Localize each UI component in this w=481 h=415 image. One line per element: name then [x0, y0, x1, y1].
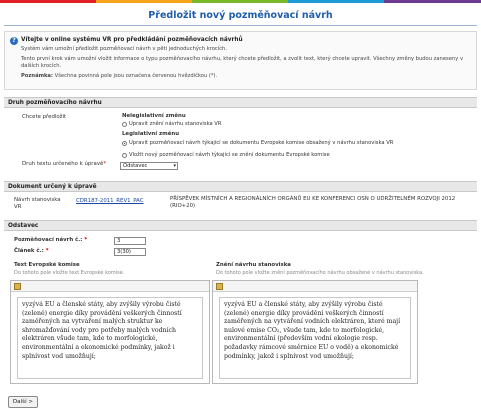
- document-label: Návrh stanoviska VR: [14, 197, 61, 210]
- leg-option1-radio[interactable]: Upravit pozměňovací návrh týkající se do…: [122, 140, 393, 146]
- leg-option1-label: Upravit pozměňovací návrh týkající se do…: [129, 140, 394, 146]
- paste-icon[interactable]: [14, 283, 21, 290]
- cor-text-area[interactable]: vyzývá EU a členské státy, aby zvýšily v…: [219, 297, 411, 379]
- editor-toolbar: [11, 281, 209, 292]
- article-input[interactable]: 3(30): [114, 248, 146, 256]
- welcome-note: Poznámka: Všechna povinná pole jsou ozna…: [21, 73, 476, 80]
- ec-text-editor[interactable]: vyzývá EU a členské státy, aby zvýšily v…: [10, 280, 210, 384]
- help-icon: ?: [10, 37, 18, 45]
- ec-text-hint: Do tohoto pole vložte text Evropské komi…: [14, 270, 125, 276]
- nonleg-option-radio[interactable]: Upravit znění návrhu stanoviska VR: [122, 121, 221, 127]
- radio-icon[interactable]: [122, 121, 127, 127]
- cor-text-hint: Do tohoto pole vložte znění pozměňovacíh…: [216, 270, 424, 276]
- leg-option2-label: Vložit nový pozměňovací návrh týkající s…: [129, 152, 330, 158]
- amendment-no-label: Pozměňovací návrh č.: *: [14, 237, 88, 243]
- welcome-title: Vítejte v online systému VR pro předklád…: [21, 37, 243, 43]
- amendment-no-input[interactable]: 3: [114, 237, 146, 245]
- next-button[interactable]: Další >: [8, 396, 38, 408]
- document-title: PŘÍSPĚVEK MÍSTNÍCH A REGIONÁLNÍCH ORGÁNŮ…: [170, 196, 456, 209]
- text-type-label: Druh textu určeného k úpravě*: [22, 161, 107, 167]
- article-label: Článek č.: *: [14, 248, 49, 254]
- section-paragraph: Odstavec: [4, 220, 477, 231]
- document-code-link[interactable]: CDR187-2011_REV1_PAC: [76, 198, 144, 204]
- text-type-value: Odstavec: [123, 163, 148, 169]
- radio-icon[interactable]: [122, 152, 127, 158]
- paste-icon[interactable]: [216, 283, 223, 290]
- cor-text-label: Znění návrhu stanoviska: [216, 262, 291, 268]
- welcome-line2: Tento první krok vám umožní vložit infor…: [21, 56, 464, 69]
- editor-toolbar: [213, 281, 417, 292]
- nonleg-heading: Nelegislativní změnu: [122, 113, 186, 119]
- top-color-stripe: [0, 0, 481, 3]
- note-text: Všechna povinná pole jsou označena červe…: [54, 73, 218, 79]
- section-document: Dokument určený k úpravě: [4, 181, 477, 192]
- want-label: Chcete předložit: [22, 114, 67, 120]
- chevron-down-icon: ▾: [173, 163, 176, 169]
- ec-text-area[interactable]: vyzývá EU a členské státy, aby zvýšily v…: [17, 297, 203, 379]
- leg-heading: Legislativní změnu: [122, 131, 180, 137]
- radio-checked-icon[interactable]: [122, 140, 127, 146]
- nonleg-option-label: Upravit znění návrhu stanoviska VR: [129, 121, 222, 127]
- welcome-box: ? Vítejte v online systému VR pro předkl…: [4, 31, 477, 90]
- ec-text-label: Text Evropské komise: [14, 262, 80, 268]
- section-amendment-type: Druh pozměňovacího návrhu: [4, 97, 477, 108]
- title-divider: [4, 25, 477, 26]
- leg-option2-radio[interactable]: Vložit nový pozměňovací návrh týkající s…: [122, 152, 330, 158]
- cor-text-editor[interactable]: vyzývá EU a členské státy, aby zvýšily v…: [212, 280, 418, 384]
- welcome-line1: Systém vám umožní předložit pozměňovací …: [21, 46, 227, 52]
- page-title: Předložit nový pozměňovací návrh: [148, 10, 333, 21]
- note-label: Poznámka:: [21, 73, 54, 79]
- text-type-select[interactable]: Odstavec ▾: [120, 162, 178, 170]
